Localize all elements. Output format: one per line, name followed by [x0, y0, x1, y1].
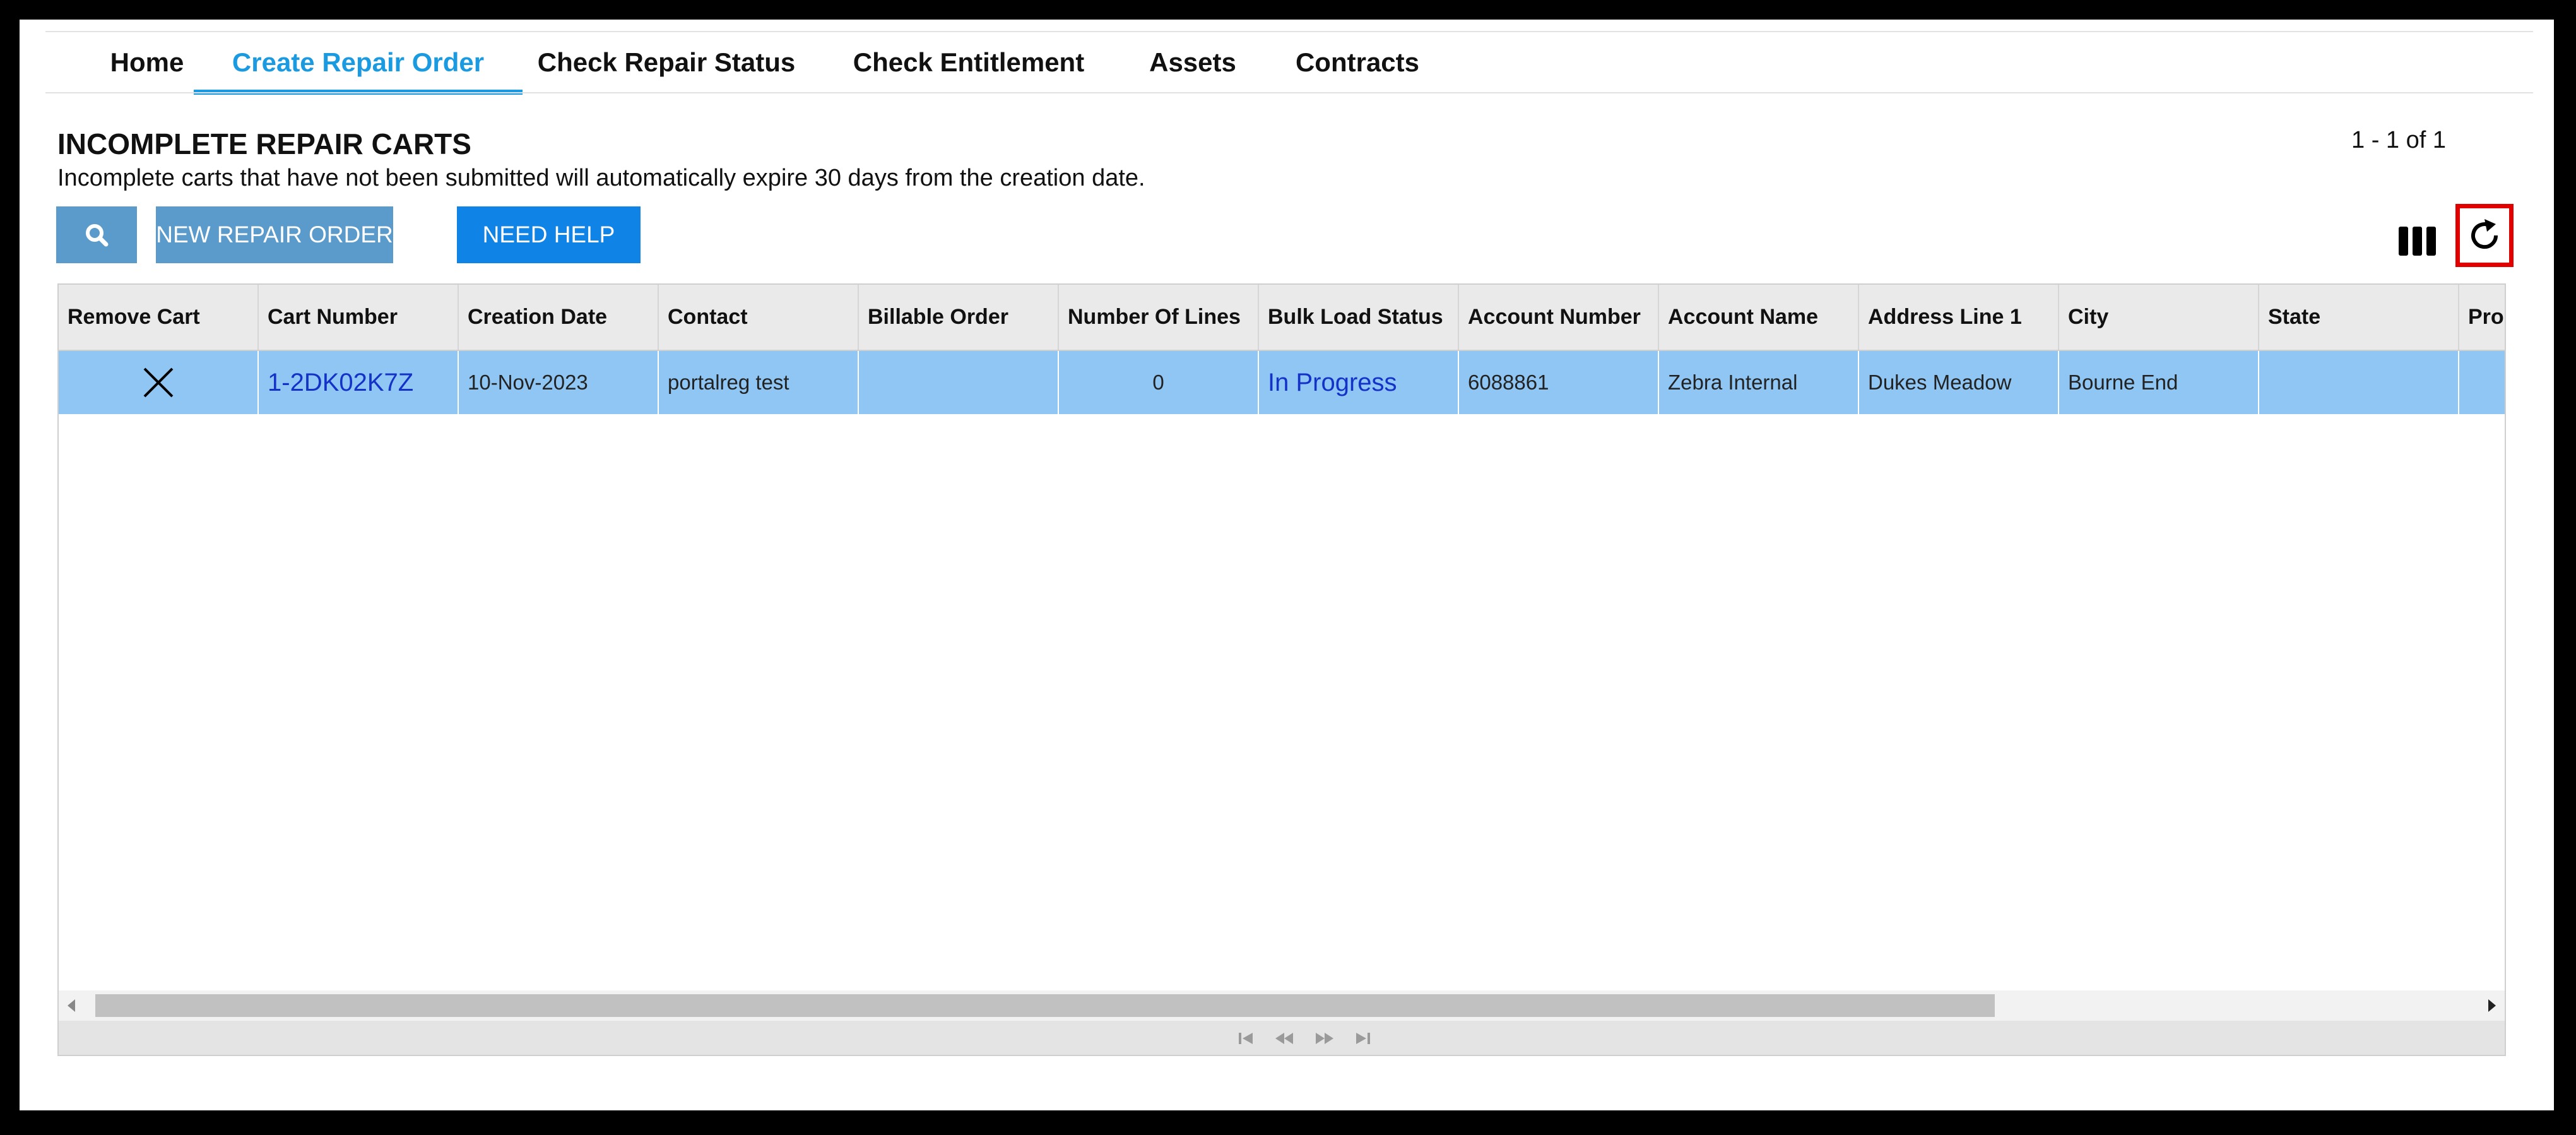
creation-date-cell: 10-Nov-2023 [459, 351, 659, 414]
bulk-load-status-link[interactable]: In Progress [1259, 351, 1459, 414]
tab-create-repair-order[interactable]: Create Repair Order [194, 32, 523, 95]
search-button[interactable] [56, 206, 137, 263]
scrollbar-thumb[interactable] [95, 994, 1995, 1017]
table-header: Remove Cart Cart Number Creation Date Co… [59, 285, 2505, 351]
new-repair-order-button[interactable]: NEW REPAIR ORDER [156, 206, 393, 263]
close-icon [143, 367, 173, 398]
top-nav: Home Create Repair Order Check Repair St… [20, 20, 2554, 95]
search-icon [86, 224, 109, 247]
next-page-icon[interactable] [1315, 1031, 1335, 1046]
account-number-cell: 6088861 [1459, 351, 1659, 414]
remove-cart-button[interactable] [59, 351, 259, 414]
column-header[interactable]: Number Of Lines [1059, 285, 1259, 350]
number-of-lines-cell: 0 [1059, 351, 1259, 414]
pager-bar [59, 1021, 2505, 1055]
column-header[interactable]: Account Number [1459, 285, 1659, 350]
column-header[interactable]: State [2259, 285, 2459, 350]
address-line-1-cell: Dukes Meadow [1859, 351, 2059, 414]
refresh-icon [2471, 219, 2498, 249]
billable-order-cell [859, 351, 1059, 414]
column-header[interactable]: Pro [2459, 285, 2505, 350]
tab-assets[interactable]: Assets [1140, 32, 1245, 92]
column-header[interactable]: Creation Date [459, 285, 659, 350]
column-header[interactable]: Remove Cart [59, 285, 259, 350]
column-header[interactable]: Cart Number [259, 285, 459, 350]
column-header[interactable]: Address Line 1 [1859, 285, 2059, 350]
table-row[interactable]: 1-2DK02K7Z 10-Nov-2023 portalreg test 0 … [59, 351, 2505, 414]
previous-page-icon[interactable] [1274, 1031, 1294, 1046]
need-help-button[interactable]: NEED HELP [457, 206, 641, 263]
column-header[interactable]: Billable Order [859, 285, 1059, 350]
record-count: 1 - 1 of 1 [2351, 127, 2446, 153]
column-header[interactable]: City [2059, 285, 2259, 350]
city-cell: Bourne End [2059, 351, 2259, 414]
tab-home[interactable]: Home [89, 32, 205, 92]
province-cell [2459, 351, 2505, 414]
repair-carts-grid: Remove Cart Cart Number Creation Date Co… [57, 283, 2506, 1056]
first-page-icon[interactable] [1238, 1031, 1255, 1046]
account-name-cell: Zebra Internal [1659, 351, 1859, 414]
cart-number-link[interactable]: 1-2DK02K7Z [259, 351, 459, 414]
column-header[interactable]: Bulk Load Status [1259, 285, 1459, 350]
tab-check-entitlement[interactable]: Check Entitlement [848, 32, 1090, 92]
tab-contracts[interactable]: Contracts [1288, 32, 1427, 92]
columns-icon[interactable] [2399, 227, 2437, 256]
scroll-left-icon[interactable] [68, 999, 75, 1012]
column-header[interactable]: Contact [659, 285, 859, 350]
scroll-right-icon[interactable] [2488, 999, 2496, 1012]
page: Home Create Repair Order Check Repair St… [20, 20, 2554, 1110]
page-title: INCOMPLETE REPAIR CARTS [57, 128, 471, 160]
horizontal-scrollbar[interactable] [59, 990, 2505, 1021]
contact-cell: portalreg test [659, 351, 859, 414]
last-page-icon[interactable] [1354, 1031, 1371, 1046]
tab-check-repair-status[interactable]: Check Repair Status [537, 32, 796, 92]
state-cell [2259, 351, 2459, 414]
column-header[interactable]: Account Name [1659, 285, 1859, 350]
refresh-button[interactable] [2455, 204, 2514, 267]
nav-divider-bottom [45, 92, 2533, 93]
page-subtitle: Incomplete carts that have not been subm… [57, 165, 1145, 191]
